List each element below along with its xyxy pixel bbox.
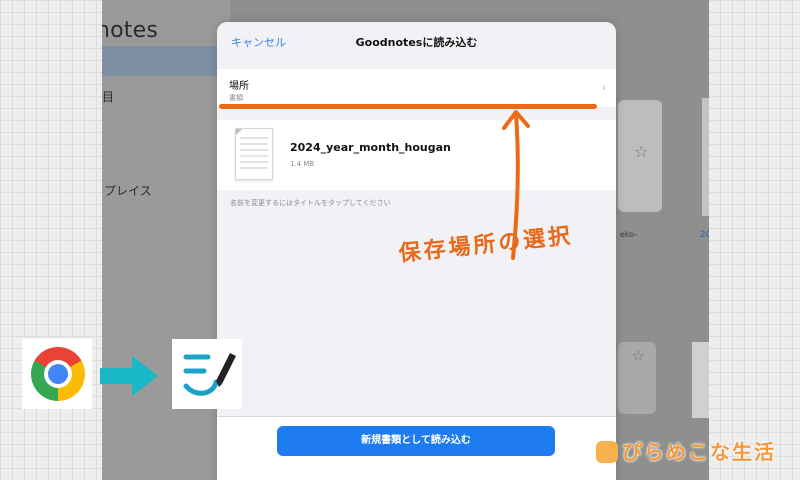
sheet-footer: 新規書類として読み込む [217,416,616,480]
background-notebook-card: ☆ [618,100,662,212]
file-size: 1.4 MB [290,160,315,168]
star-icon: ☆ [634,142,649,161]
chevron-right-icon: › [601,81,606,94]
goodnotes-tile [172,339,242,409]
page-corner-icon [236,129,242,135]
background-selected-item [102,46,230,76]
background-card-label: 20 [700,230,709,240]
arrow-right-icon [100,356,158,396]
brand-text: ぴらめこな生活 [622,440,776,464]
background-app-title: notes [102,18,159,43]
background-notebook-card: ☆ [618,342,656,414]
background-sidebar-item: 目 [102,90,115,104]
background-sidebar-item: ・プレイス [102,184,152,198]
chrome-icon [31,347,85,401]
file-name[interactable]: 2024_year_month_hougan [290,141,451,154]
sheet-nav-bar: キャンセル Goodnotesに読み込む [217,22,616,64]
file-row: 2024_year_month_hougan 1.4 MB [217,120,616,190]
goodnotes-icon [183,353,236,396]
location-value: 書類 [229,94,243,102]
sheet-title: Goodnotesに読み込む [355,36,478,49]
location-row[interactable]: 場所 書類 › [217,69,616,107]
location-label: 場所 [229,81,249,92]
star-icon: ☆ [631,346,646,365]
chrome-tile [22,339,92,409]
import-as-new-document-button[interactable]: 新規書類として読み込む [277,426,555,456]
thumbnail-content [240,137,268,173]
brand-watermark: ぴらめこな生活 [596,436,776,465]
file-thumbnail [235,128,273,180]
background-card-label: eko- [620,230,638,239]
background-card-edge [702,98,709,216]
background-card-edge [692,342,709,418]
brand-logo-icon [596,440,618,463]
rename-hint: 名前を変更するにはタイトルをタップしてください [230,199,391,207]
